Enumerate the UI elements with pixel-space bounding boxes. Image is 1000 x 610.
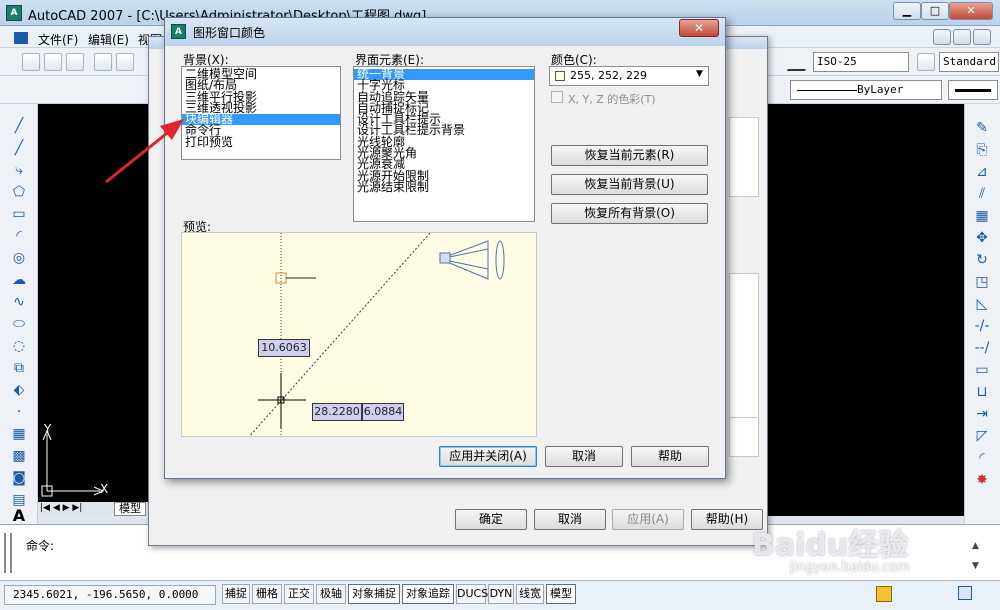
annotation-arrow: [105, 119, 184, 184]
watermark-url: jingyan.baidu.com: [790, 560, 910, 575]
watermark-logo: Baidu经验: [752, 528, 909, 563]
